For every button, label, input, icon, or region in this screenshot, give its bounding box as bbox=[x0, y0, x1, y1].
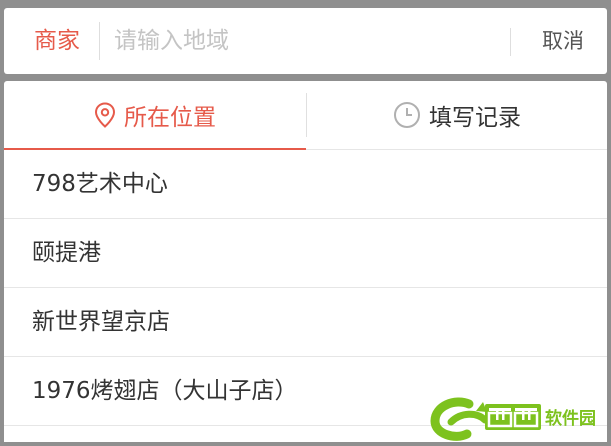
svg-text:软件园: 软件园 bbox=[545, 408, 596, 429]
watermark-logo: 软件园 CR173.COM bbox=[425, 396, 611, 442]
list-item-yitigang[interactable]: 颐提港 bbox=[4, 219, 607, 288]
location-panel: 所在位置 填写记录 798艺术中心 颐提港 新世界望京店 1976烤翅店（大山子… bbox=[4, 81, 607, 442]
clock-icon bbox=[393, 101, 421, 129]
watermark-domain: CR173.COM bbox=[545, 429, 593, 438]
location-pin-icon bbox=[94, 102, 116, 128]
tab-current-location-label: 所在位置 bbox=[124, 105, 216, 131]
region-search-input[interactable] bbox=[114, 22, 494, 60]
tab-fill-history-label: 填写记录 bbox=[429, 105, 521, 131]
cancel-button[interactable]: 取消 bbox=[523, 8, 603, 74]
tab-bar: 所在位置 填写记录 bbox=[4, 81, 607, 150]
list-item-new-world-wangjing[interactable]: 新世界望京店 bbox=[4, 288, 607, 357]
tab-current-location[interactable]: 所在位置 bbox=[4, 81, 306, 150]
list-item-798-art-center[interactable]: 798艺术中心 bbox=[4, 150, 607, 219]
tab-fill-history[interactable]: 填写记录 bbox=[307, 81, 607, 149]
location-results-list: 798艺术中心 颐提港 新世界望京店 1976烤翅店（大山子店） bbox=[4, 150, 607, 426]
search-scope-label[interactable]: 商家 bbox=[34, 8, 80, 74]
cancel-divider bbox=[510, 28, 511, 56]
search-bar: 商家 取消 bbox=[4, 8, 607, 74]
search-scope-divider bbox=[99, 22, 100, 60]
